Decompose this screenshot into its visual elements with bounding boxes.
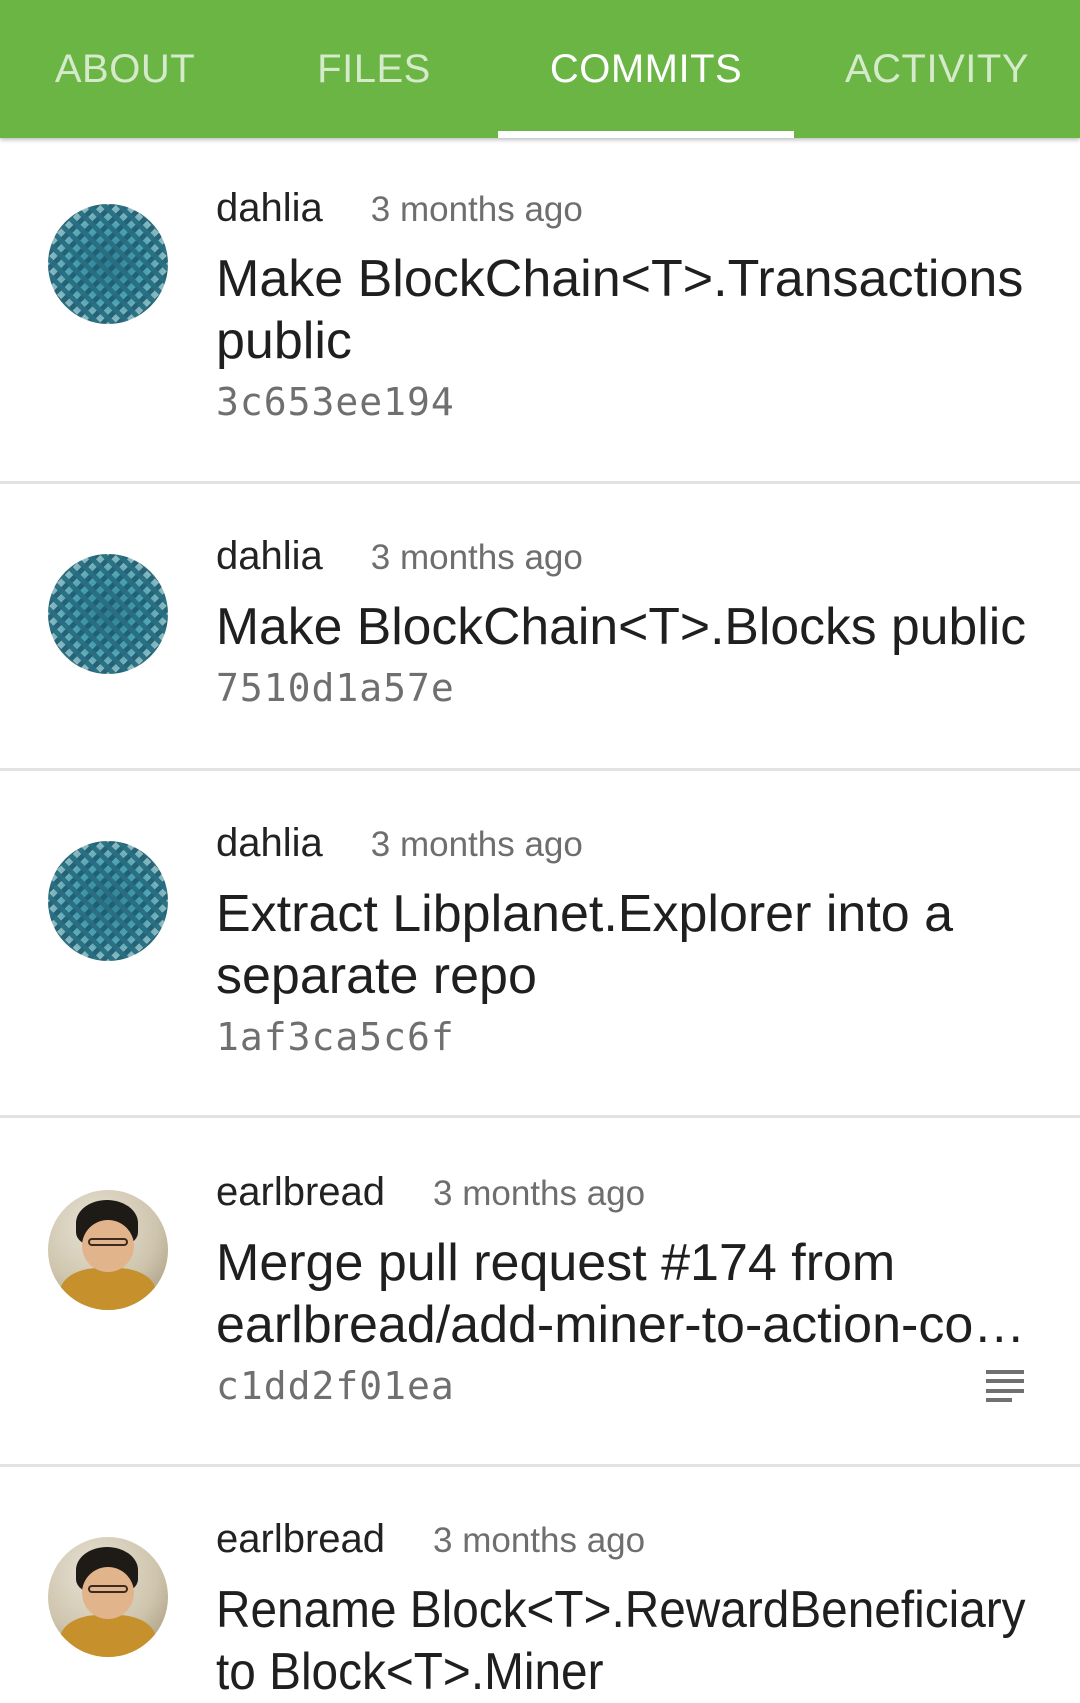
tab-activity-label: ACTIVITY <box>844 46 1030 91</box>
author-avatar <box>48 554 168 674</box>
commit-sha: 7510d1a57e <box>216 666 455 710</box>
commit-title-line: earlbread/add-miner-to-action-co… <box>216 1296 1026 1354</box>
commit-title-line: Make BlockChain<T>.Blocks public <box>216 598 1027 656</box>
commit-author: dahlia <box>216 186 323 230</box>
tab-about[interactable]: ABOUT <box>0 0 250 138</box>
commit-title: Make BlockChain<T>.Blocks public <box>216 596 1026 658</box>
tab-about-label: ABOUT <box>54 46 196 91</box>
commit-time: 3 months ago <box>370 190 583 229</box>
commit-title: Extract Libplanet.Explorer into a separa… <box>216 883 1016 1007</box>
avatar-glasses <box>88 1585 128 1593</box>
commit-author: dahlia <box>216 534 323 578</box>
commit-author: earlbread <box>216 1517 386 1561</box>
active-tab-indicator <box>498 131 794 138</box>
tab-commits[interactable]: COMMITS <box>498 0 794 138</box>
commit-title-line: Make BlockChain<T>.Transactions <box>216 250 1024 308</box>
tab-activity[interactable]: ACTIVITY <box>794 0 1080 138</box>
commit-author: dahlia <box>216 821 323 865</box>
commit-time: 3 months ago <box>370 825 583 864</box>
commit-time: 3 months ago <box>433 1174 646 1213</box>
author-avatar <box>48 1190 168 1310</box>
commit-title: Rename Block<T>.RewardBeneficiary to Blo… <box>216 1579 1026 1703</box>
commit-item[interactable]: earlbread 3 months ago Rename Block<T>.R… <box>0 1467 1080 1701</box>
commit-title-line: Rename Block<T>.RewardBeneficiary <box>216 1581 1026 1639</box>
commit-time: 3 months ago <box>370 538 583 577</box>
commit-sha: 3c653ee194 <box>216 380 455 424</box>
tab-bar: ABOUT FILES COMMITS ACTIVITY <box>0 0 1080 138</box>
commit-title-line: separate repo <box>216 947 537 1005</box>
commit-time: 3 months ago <box>433 1521 646 1560</box>
tab-files[interactable]: FILES <box>250 0 498 138</box>
commit-title-line: to Block<T>.Miner <box>216 1643 604 1701</box>
commit-sha: c1dd2f01ea <box>216 1364 455 1408</box>
avatar-face <box>82 1220 134 1272</box>
tab-commits-label: COMMITS <box>549 46 743 91</box>
commit-title: Make BlockChain<T>.Transactions public <box>216 248 1023 372</box>
commit-item[interactable]: dahlia 3 months ago Make BlockChain<T>.T… <box>0 138 1080 484</box>
commit-item[interactable]: dahlia 3 months ago Extract Libplanet.Ex… <box>0 771 1080 1118</box>
notes-icon[interactable] <box>986 1370 1024 1402</box>
commit-title-line: Merge pull request #174 from <box>216 1234 896 1292</box>
avatar-glasses <box>88 1238 128 1246</box>
avatar-body <box>60 1615 156 1657</box>
tab-files-label: FILES <box>317 46 431 91</box>
commit-item[interactable]: dahlia 3 months ago Make BlockChain<T>.B… <box>0 484 1080 771</box>
avatar-face <box>82 1567 134 1619</box>
commit-title-line: Extract Libplanet.Explorer into a <box>216 885 954 943</box>
commit-sha: 1af3ca5c6f <box>216 1015 455 1059</box>
author-avatar <box>48 204 168 324</box>
avatar-body <box>60 1268 156 1310</box>
commit-title: Merge pull request #174 from earlbread/a… <box>216 1232 1025 1356</box>
commit-author: earlbread <box>216 1170 386 1214</box>
commit-item[interactable]: earlbread 3 months ago Merge pull reques… <box>0 1118 1080 1467</box>
author-avatar <box>48 841 168 961</box>
author-avatar <box>48 1537 168 1657</box>
commit-title-line: public <box>216 312 352 370</box>
